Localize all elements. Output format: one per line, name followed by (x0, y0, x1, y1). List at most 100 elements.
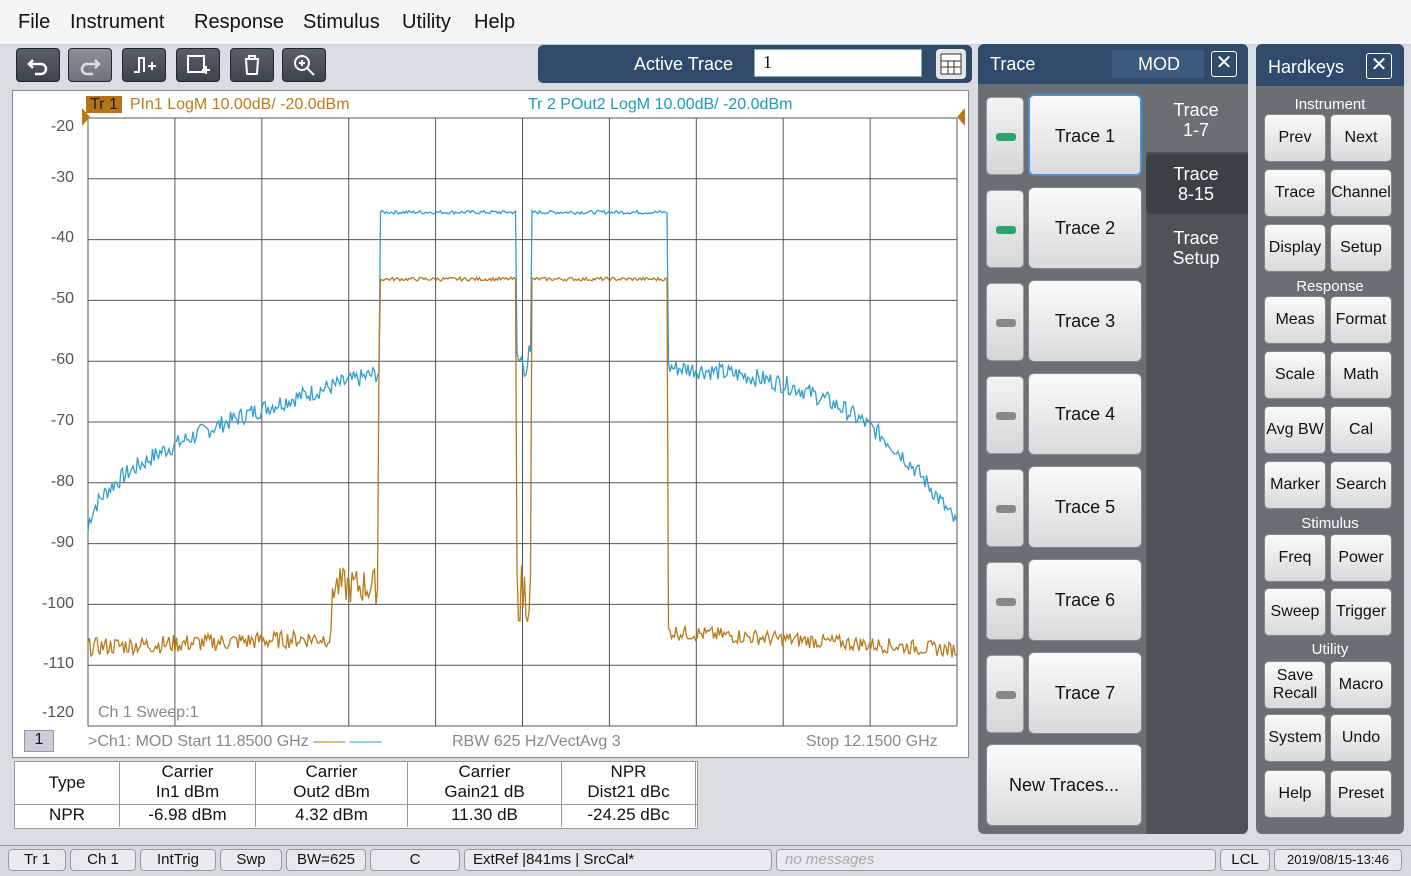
tab-trace-8-15[interactable]: Trace 8-15 (1148, 164, 1244, 204)
close-icon[interactable]: ✕ (1211, 51, 1237, 77)
hardkey-search[interactable]: Search (1330, 461, 1392, 509)
hardkey-freq[interactable]: Freq (1264, 534, 1326, 582)
menu-help[interactable]: Help (474, 11, 515, 34)
trace-2-button[interactable]: Trace 2 (1028, 187, 1142, 269)
status-bar: Tr 1 Ch 1 IntTrig Swp BW=625 C ExtRef |8… (0, 845, 1411, 876)
trace-2-header[interactable]: Tr 2 POut2 LogM 10.00dB/ -20.0dBm (528, 96, 792, 114)
hardkey-prev[interactable]: Prev (1264, 114, 1326, 162)
menu-stimulus[interactable]: Stimulus (303, 11, 380, 34)
keypad-icon[interactable] (936, 49, 966, 79)
th-2a: Carrier (305, 762, 358, 781)
hardkey-trace[interactable]: Trace (1264, 169, 1326, 217)
y-label: -40 (50, 229, 74, 246)
menu-response[interactable]: Response (194, 11, 284, 34)
y-label: -30 (50, 169, 74, 186)
status-sweep[interactable]: Swp (220, 849, 282, 871)
trace-2-legend: —— (349, 733, 382, 750)
led-icon (996, 319, 1016, 327)
sweep-label: Ch 1 Sweep:1 (98, 704, 199, 721)
hardkey-save-recall[interactable]: Save Recall (1264, 661, 1326, 709)
ref-level-marker-right (957, 108, 965, 126)
hardkey-channel[interactable]: Channel (1330, 169, 1392, 217)
th-2b: Out2 dBm (293, 782, 370, 801)
status-correction[interactable]: C (370, 849, 460, 871)
hardkeys-title: Hardkeys (1268, 57, 1345, 77)
trace-4-button[interactable]: Trace 4 (1028, 373, 1142, 455)
hardkey-math[interactable]: Math (1330, 351, 1392, 399)
redo-button[interactable] (68, 48, 112, 82)
marker-add-icon (134, 57, 156, 73)
trace-7-indicator[interactable] (986, 655, 1024, 733)
hardkey-macro[interactable]: Macro (1330, 661, 1392, 709)
hardkey-meas[interactable]: Meas (1264, 296, 1326, 344)
hardkey-undo[interactable]: Undo (1330, 714, 1392, 762)
tab-trace-setup[interactable]: Trace Setup (1148, 228, 1244, 268)
undo-icon (27, 59, 48, 76)
hardkey-trigger[interactable]: Trigger (1330, 588, 1392, 636)
status-bw[interactable]: BW=625 (286, 849, 366, 871)
trace-6-button[interactable]: Trace 6 (1028, 559, 1142, 641)
hardkey-display[interactable]: Display (1264, 224, 1326, 272)
trace-1-tag[interactable]: Tr 1 (86, 96, 122, 113)
trace-6-indicator[interactable] (986, 562, 1024, 640)
status-trace[interactable]: Tr 1 (8, 849, 66, 871)
hardkey-next[interactable]: Next (1330, 114, 1392, 162)
hardkey-avg-bw[interactable]: Avg BW (1264, 406, 1326, 454)
status-trigger[interactable]: IntTrig (140, 849, 216, 871)
hardkey-sweep[interactable]: Sweep (1264, 588, 1326, 636)
add-channel-button[interactable] (176, 48, 220, 82)
status-channel[interactable]: Ch 1 (70, 849, 136, 871)
section-instrument: Instrument (1294, 96, 1366, 113)
hardkey-marker[interactable]: Marker (1264, 461, 1326, 509)
y-label: -90 (50, 534, 74, 551)
add-marker-button[interactable] (122, 48, 166, 82)
status-datetime: 2019/08/15-13:46 (1274, 849, 1402, 871)
zoom-in-icon (294, 55, 315, 76)
trace-1-indicator[interactable] (986, 97, 1024, 175)
channel-number-badge[interactable]: 1 (24, 730, 54, 752)
th-1a: Carrier (161, 762, 214, 781)
th-3a: Carrier (458, 762, 511, 781)
trace-panel-mode: MOD (1138, 54, 1180, 74)
trace-5-button[interactable]: Trace 5 (1028, 466, 1142, 548)
table-header-type: Type (15, 762, 120, 804)
hardkey-power[interactable]: Power (1330, 534, 1392, 582)
trace-3-indicator[interactable] (986, 283, 1024, 361)
tab-1-label: Trace 1-7 (1173, 100, 1219, 140)
menu-utility[interactable]: Utility (402, 11, 451, 34)
hardkeys-close-icon[interactable]: ✕ (1366, 53, 1392, 79)
menu-bar: File Instrument Response Stimulus Utilit… (0, 0, 1411, 45)
hardkey-system[interactable]: System (1264, 714, 1326, 762)
trace-4-indicator[interactable] (986, 376, 1024, 454)
tab-3-label: Trace Setup (1172, 228, 1220, 268)
menu-file[interactable]: File (18, 11, 50, 34)
hardkey-format[interactable]: Format (1330, 296, 1392, 344)
hardkey-help[interactable]: Help (1264, 770, 1326, 818)
hardkey-scale[interactable]: Scale (1264, 351, 1326, 399)
footer-start: >Ch1: MOD Start 11.8500 GHz —— —— (88, 733, 382, 751)
menu-instrument[interactable]: Instrument (70, 11, 164, 34)
y-label: -100 (41, 595, 74, 612)
trace-5-indicator[interactable] (986, 469, 1024, 547)
trace-2-indicator[interactable] (986, 190, 1024, 268)
delete-button[interactable] (230, 48, 274, 82)
table-header-npr: NPR Dist21 dBc (562, 762, 696, 804)
hardkey-setup[interactable]: Setup (1330, 224, 1392, 272)
active-trace-input[interactable]: 1 (754, 49, 922, 77)
trace-7-button[interactable]: Trace 7 (1028, 652, 1142, 734)
zoom-button[interactable] (282, 48, 326, 82)
trace-3-button[interactable]: Trace 3 (1028, 280, 1142, 362)
trace-1-header: Tr 1 PIn1 LogM 10.00dB/ -20.0dBm (86, 96, 350, 114)
hardkey-preset[interactable]: Preset (1330, 770, 1392, 818)
trace-panel-title: Trace (990, 54, 1036, 74)
redo-icon (80, 59, 101, 76)
hardkey-cal[interactable]: Cal (1330, 406, 1392, 454)
trace-1-button[interactable]: Trace 1 (1028, 94, 1142, 176)
tab-trace-1-7[interactable]: Trace 1-7 (1148, 100, 1244, 140)
results-table: Type Carrier In1 dBm Carrier Out2 dBm Carr… (14, 761, 698, 829)
new-traces-button[interactable]: New Traces... (986, 744, 1142, 826)
status-extref[interactable]: ExtRef |841ms | SrcCal* (464, 849, 772, 871)
y-label: -60 (50, 351, 74, 368)
led-icon (996, 505, 1016, 513)
undo-button[interactable] (16, 48, 60, 82)
